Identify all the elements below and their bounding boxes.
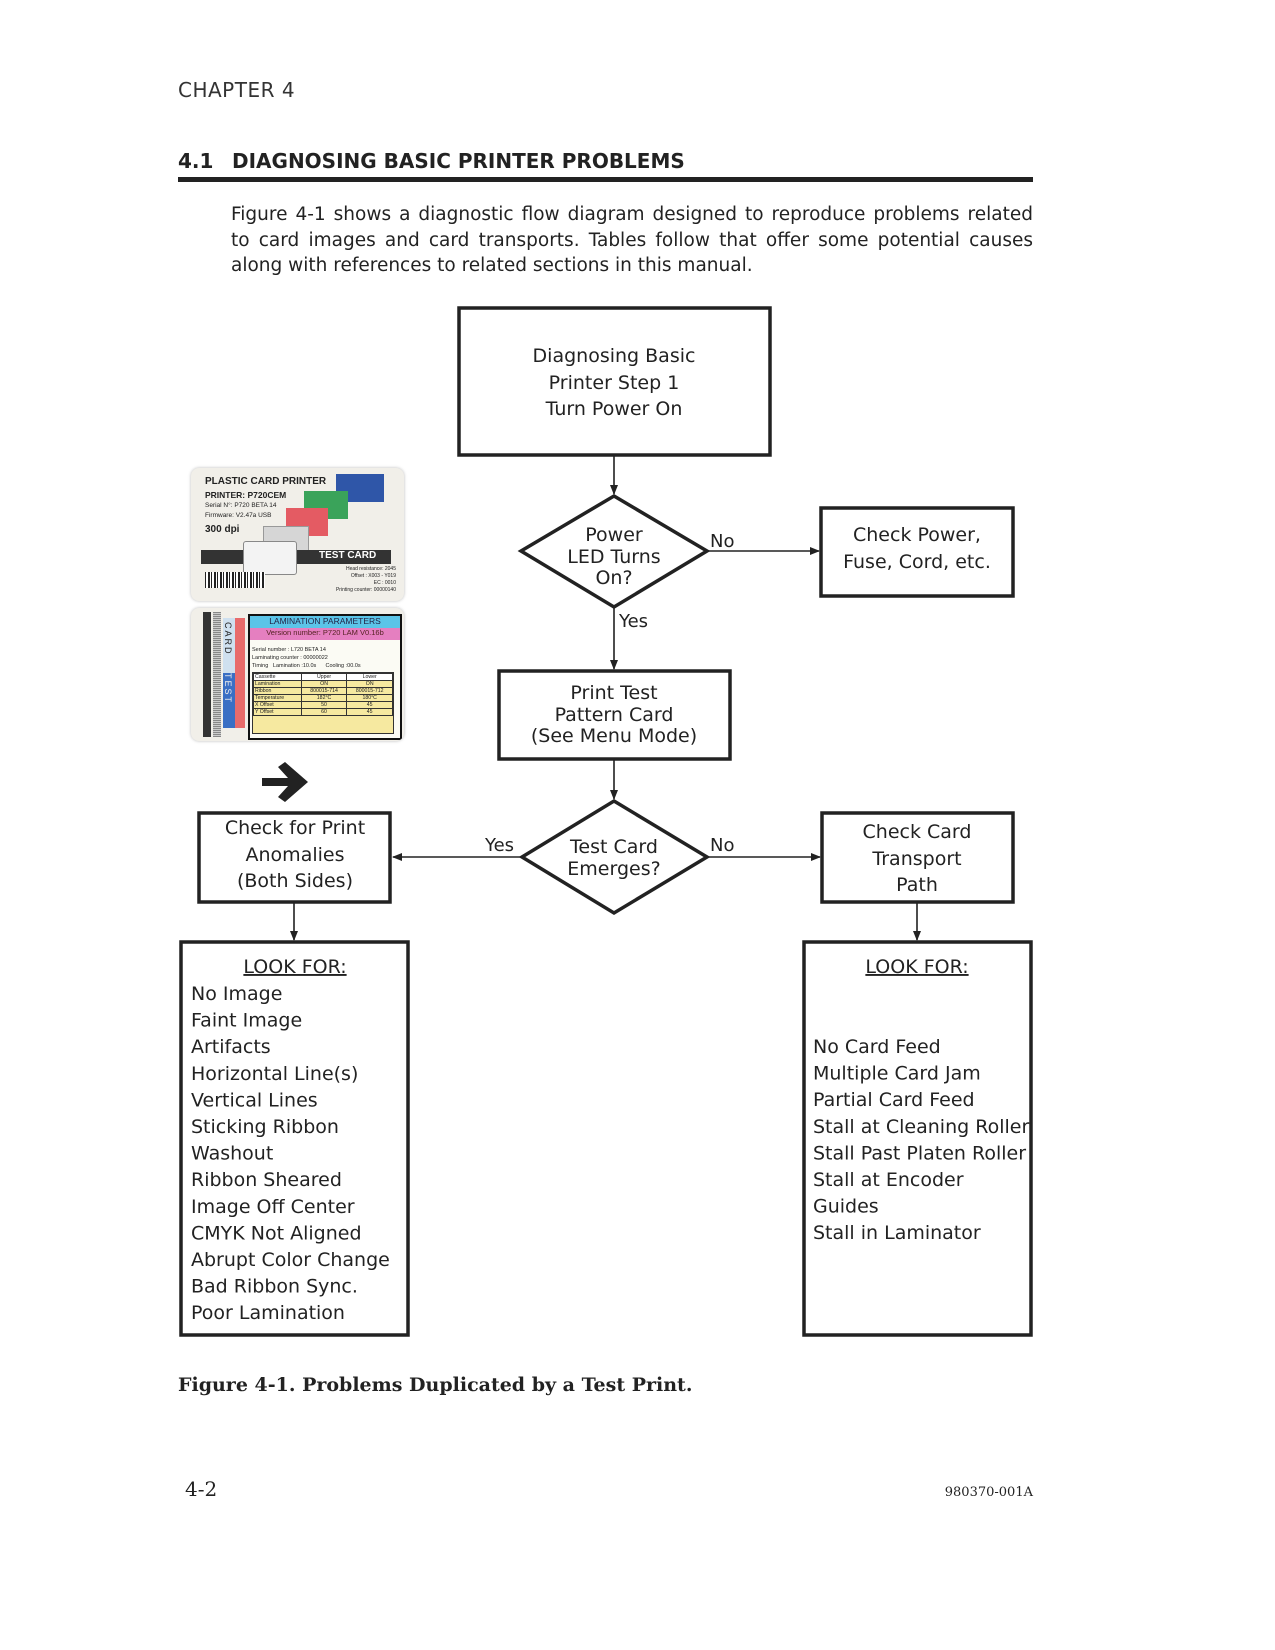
check-print-line: Check for Print [225, 817, 365, 839]
check-print-line: Anomalies [246, 844, 345, 866]
look-for-right-title: LOOK FOR: [865, 956, 968, 978]
look-for-item: Bad Ribbon Sync. [191, 1276, 358, 1298]
decision2-line: Emerges? [567, 858, 660, 880]
check-power-line: Fuse, Cord, etc. [843, 551, 991, 573]
no-label: No [710, 531, 734, 552]
look-for-item: Ribbon Sheared [191, 1169, 342, 1191]
look-for-item: Stall in Laminator [813, 1222, 981, 1244]
look-for-item: Multiple Card Jam [813, 1063, 981, 1085]
look-for-item: Stall at Encoder [813, 1169, 964, 1191]
decision2-line: Test Card [569, 836, 658, 858]
figure-caption: Figure 4-1. Problems Duplicated by a Tes… [178, 1374, 693, 1396]
decision1-line: Power [585, 524, 643, 546]
look-for-item: No Image [191, 983, 282, 1005]
look-for-item: Sticking Ribbon [191, 1116, 339, 1138]
print-test-line: Pattern Card [555, 704, 674, 726]
page-number: 4-2 [185, 1477, 218, 1501]
print-test-line: Print Test [570, 682, 657, 704]
yes-label: Yes [484, 835, 514, 856]
look-for-item: Guides [813, 1196, 879, 1218]
print-test-line: (See Menu Mode) [531, 725, 697, 747]
look-for-item: Stall at Cleaning Roller [813, 1116, 1029, 1138]
look-for-item: CMYK Not Aligned [191, 1222, 362, 1244]
look-for-item: No Card Feed [813, 1036, 941, 1058]
flow-diagram: Diagnosing Basic Printer Step 1 Turn Pow… [179, 306, 1033, 1337]
start-line: Turn Power On [545, 398, 683, 420]
check-transport-line: Transport [871, 848, 961, 870]
look-for-item: Washout [191, 1143, 273, 1165]
look-for-item: Stall Past Platen Roller [813, 1142, 1026, 1164]
look-for-right-box [802, 940, 1033, 1337]
look-for-item: Faint Image [191, 1010, 302, 1032]
check-transport-line: Path [896, 874, 938, 896]
start-line: Diagnosing Basic [533, 345, 696, 367]
no-label: No [710, 835, 734, 856]
look-for-item: Image Off Center [191, 1196, 355, 1218]
look-for-item: Abrupt Color Change [191, 1249, 390, 1271]
look-for-item: Vertical Lines [191, 1089, 318, 1111]
decision1-line: On? [595, 567, 632, 589]
decision1-line: LED Turns [567, 546, 660, 568]
look-for-item: Artifacts [191, 1036, 271, 1058]
check-print-line: (Both Sides) [237, 870, 353, 892]
start-line: Printer Step 1 [549, 372, 680, 394]
look-for-item: Partial Card Feed [813, 1089, 975, 1111]
check-power-line: Check Power, [853, 524, 981, 546]
document-number: 980370-001A [944, 1485, 1033, 1500]
yes-label: Yes [618, 611, 648, 632]
look-for-item: Horizontal Line(s) [191, 1063, 358, 1085]
look-for-item: Poor Lamination [191, 1302, 345, 1324]
check-transport-line: Check Card [863, 821, 972, 843]
look-for-left-title: LOOK FOR: [243, 956, 346, 978]
